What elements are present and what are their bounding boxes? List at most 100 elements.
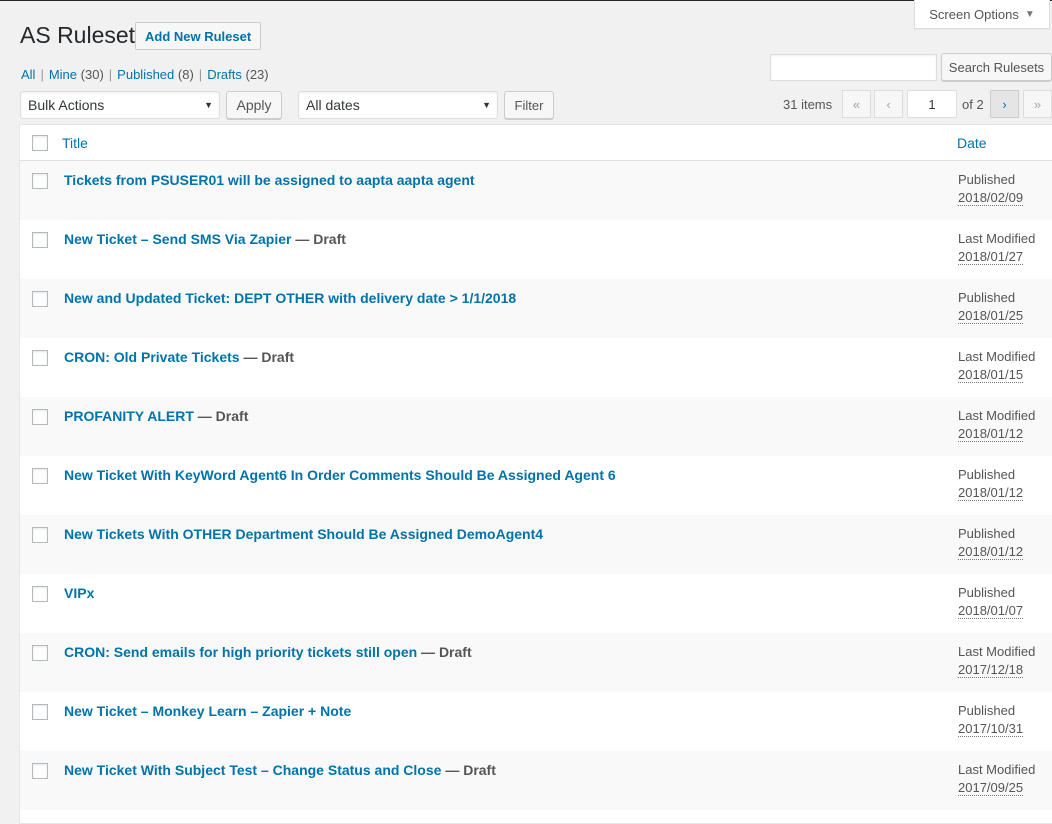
row-title-link[interactable]: VIPx [64,585,94,601]
last-page-button[interactable]: » [1023,90,1052,118]
row-date: 2018/01/12 [958,485,1024,501]
page-title: AS Ruleset [20,22,136,48]
separator: | [108,67,113,82]
filter-button[interactable]: Filter [504,91,554,119]
total-pages: of 2 [962,97,984,112]
view-all-label: All [21,67,36,82]
row-date: 2018/01/12 [958,426,1024,442]
row-checkbox[interactable] [32,468,48,484]
table-row: New Ticket – Send SMS Via Zapier — Draft… [20,220,1052,279]
view-drafts-label: Drafts [207,67,242,82]
table-row: New Ticket – Monkey Learn – Zapier + Not… [20,692,1052,751]
table-row: Tickets from PSUSER01 will be assigned t… [20,161,1052,220]
row-date: 2018/01/25 [958,308,1024,324]
row-status: Last Modified [958,408,1036,423]
table-row: New Tickets With OTHER Department Should… [20,515,1052,574]
screen-options-label: Screen Options [929,6,1019,22]
row-title-link[interactable]: New and Updated Ticket: DEPT OTHER with … [64,290,516,306]
row-status: Published [958,703,1016,718]
row-title-link[interactable]: New Ticket With KeyWord Agent6 In Order … [64,467,616,483]
row-title-link[interactable]: New Ticket With Subject Test – Change St… [64,762,441,778]
row-title-cell: CRON: Send emails for high priority tick… [64,644,472,660]
dates-value: All dates [306,97,360,113]
row-title-cell: CRON: Old Private Tickets — Draft [64,349,294,365]
row-checkbox[interactable] [32,232,48,248]
row-title-cell: New and Updated Ticket: DEPT OTHER with … [64,290,516,306]
row-title-cell: PROFANITY ALERT — Draft [64,408,248,424]
current-page-input[interactable]: 1 [907,90,957,118]
row-title-link[interactable]: Tickets from PSUSER01 will be assigned t… [64,172,475,188]
row-date: 2018/01/27 [958,249,1024,265]
row-title-link[interactable]: New Ticket – Monkey Learn – Zapier + Not… [64,703,351,719]
row-draft-state: — Draft [417,644,472,660]
view-drafts[interactable]: Drafts (23) [207,67,268,82]
dates-select[interactable]: All dates ▼ [298,91,498,119]
caret-down-icon: ▼ [482,100,491,110]
table-header: Title Date [20,125,1052,161]
separator: | [40,67,44,82]
table-row: New and Updated Ticket: DEPT OTHER with … [20,279,1052,338]
row-date: 2018/02/09 [958,190,1024,206]
row-checkbox[interactable] [32,527,48,543]
row-title-link[interactable]: CRON: Old Private Tickets [64,349,240,365]
row-title-cell: New Ticket – Monkey Learn – Zapier + Not… [64,703,351,719]
next-page-button[interactable]: › [990,90,1019,118]
row-checkbox[interactable] [32,704,48,720]
rulesets-table: Title Date Tickets from PSUSER01 will be… [19,124,1052,824]
view-mine[interactable]: Mine (30) [49,67,104,82]
column-date-sort[interactable]: Date [957,135,987,151]
items-count: 31 items [783,97,833,112]
search-rulesets-button[interactable]: Search Rulesets [941,53,1052,81]
first-page-button[interactable]: « [842,90,871,118]
row-checkbox[interactable] [32,291,48,307]
row-title-cell: Tickets from PSUSER01 will be assigned t… [64,172,475,188]
apply-button[interactable]: Apply [226,91,282,119]
row-date: 2017/10/31 [958,721,1024,737]
column-title-sort[interactable]: Title [62,135,88,151]
row-checkbox[interactable] [32,350,48,366]
row-draft-state: — Draft [441,762,496,778]
row-checkbox[interactable] [32,173,48,189]
row-title-link[interactable]: PROFANITY ALERT [64,408,194,424]
row-title-link[interactable]: New Ticket – Send SMS Via Zapier [64,231,291,247]
caret-down-icon: ▼ [204,100,213,110]
table-row: New Ticket With Subject Test – Change St… [20,751,1052,810]
row-title-cell: New Ticket With Subject Test – Change St… [64,762,496,778]
row-title-link[interactable]: New Tickets With OTHER Department Should… [64,526,543,542]
view-published[interactable]: Published (8) [117,67,194,82]
view-published-count: (8) [177,67,194,82]
row-status: Last Modified [958,349,1036,364]
row-date: 2017/09/25 [958,780,1024,796]
row-checkbox[interactable] [32,409,48,425]
search-input[interactable] [770,54,937,81]
table-row: VIPx Published 2018/01/07 [20,574,1052,633]
row-status: Last Modified [958,231,1036,246]
add-new-ruleset-button[interactable]: Add New Ruleset [135,22,262,50]
row-title-cell: New Ticket – Send SMS Via Zapier — Draft [64,231,346,247]
row-draft-state: — Draft [291,231,346,247]
double-chevron-right-icon: » [1033,96,1042,112]
row-draft-state: — Draft [239,349,295,365]
chevron-left-icon: ‹ [886,96,891,112]
caret-down-icon: ▼ [1024,8,1035,20]
row-status: Published [958,467,1016,482]
row-checkbox[interactable] [32,763,48,779]
row-status: Published [958,290,1016,305]
row-draft-state: — Draft [193,408,249,424]
row-status: Published [958,526,1016,541]
row-status: Published [958,172,1016,187]
select-all-checkbox[interactable] [32,135,48,151]
row-checkbox[interactable] [32,586,48,602]
prev-page-button[interactable]: ‹ [874,90,903,118]
row-title-cell: New Tickets With OTHER Department Should… [64,526,543,542]
table-row: CRON: Send emails for high priority tick… [20,633,1052,692]
separator: | [198,67,203,82]
bulk-actions-select[interactable]: Bulk Actions ▼ [20,91,220,119]
view-mine-label: Mine [48,67,78,82]
row-status: Last Modified [958,762,1036,777]
row-checkbox[interactable] [32,645,48,661]
row-title-link[interactable]: CRON: Send emails for high priority tick… [64,644,417,660]
view-mine-count: (30) [80,67,104,82]
screen-options-button[interactable]: Screen Options ▼ [914,0,1050,29]
view-all[interactable]: All [21,67,35,82]
